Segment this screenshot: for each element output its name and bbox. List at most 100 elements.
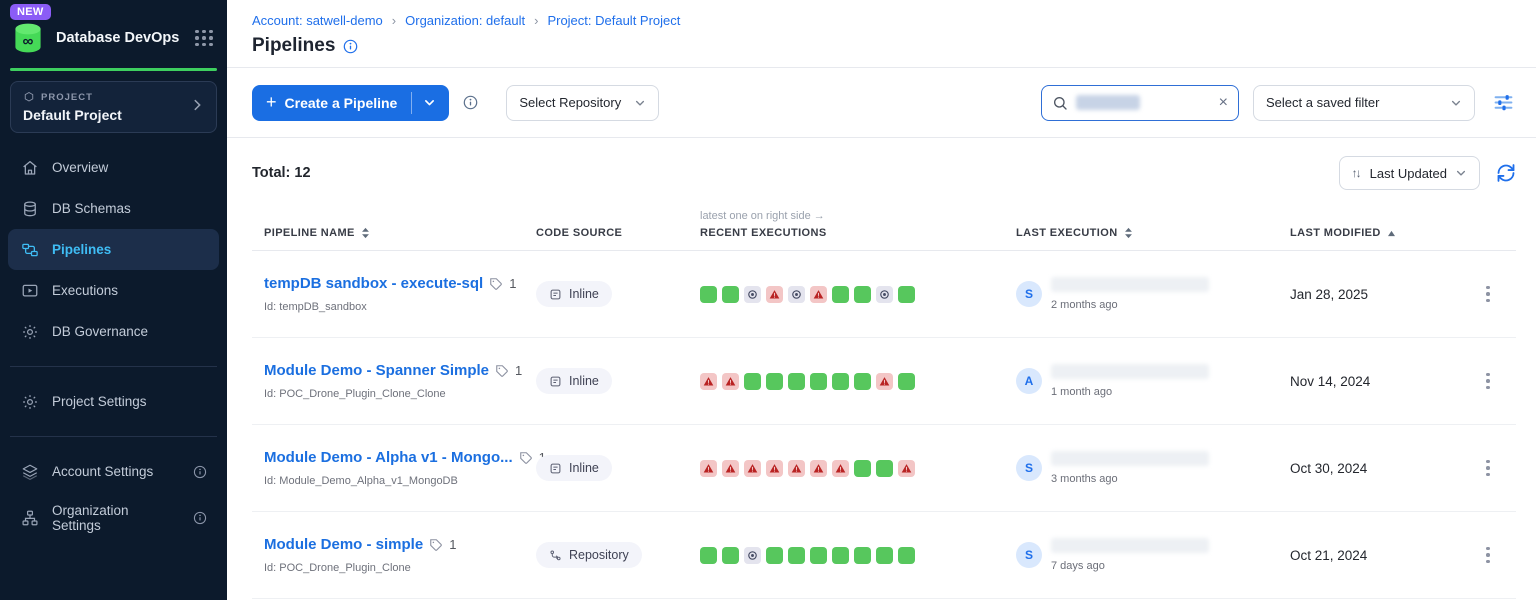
execution-status-failed[interactable] [744, 460, 761, 477]
execution-status-success[interactable] [766, 373, 783, 390]
execution-status-canceled[interactable] [788, 286, 805, 303]
execution-status-failed[interactable] [700, 373, 717, 390]
column-header-pipeline-name[interactable]: PIPELINE NAME [264, 227, 536, 239]
sidebar-item-project-settings[interactable]: Project Settings [8, 381, 219, 422]
execution-status-success[interactable] [832, 547, 849, 564]
row-menu-button[interactable] [1480, 280, 1496, 309]
execution-status-success[interactable] [898, 286, 915, 303]
execution-status-failed[interactable] [832, 460, 849, 477]
execution-status-success[interactable] [766, 547, 783, 564]
column-header-last-modified[interactable]: LAST MODIFIED [1290, 227, 1460, 239]
execution-status-success[interactable] [700, 547, 717, 564]
row-menu-button[interactable] [1480, 541, 1496, 570]
pipeline-id: Id: POC_Drone_Plugin_Clone_Clone [264, 388, 536, 400]
pipeline-icon [20, 240, 39, 259]
executor-avatar[interactable]: A [1016, 368, 1042, 394]
execution-status-success[interactable] [854, 286, 871, 303]
home-icon [20, 158, 39, 177]
redacted-executor-name [1051, 538, 1209, 553]
row-menu-button[interactable] [1480, 454, 1496, 483]
execution-status-success[interactable] [832, 286, 849, 303]
project-card-label: PROJECT [41, 92, 93, 103]
execution-status-failed[interactable] [898, 460, 915, 477]
execution-status-failed[interactable] [766, 286, 783, 303]
page-title: Pipelines [252, 35, 335, 57]
execution-status-failed[interactable] [722, 373, 739, 390]
breadcrumb-link[interactable]: Organization: default [405, 13, 525, 28]
execution-status-failed[interactable] [700, 460, 717, 477]
redacted-executor-name [1051, 451, 1209, 466]
chevron-down-icon [634, 97, 646, 109]
pipeline-name-link[interactable]: Module Demo - simple [264, 536, 423, 553]
clear-search-icon[interactable]: × [1219, 95, 1228, 111]
executor-avatar[interactable]: S [1016, 455, 1042, 481]
execution-status-failed[interactable] [766, 460, 783, 477]
info-icon[interactable] [343, 39, 358, 54]
execution-status-success[interactable] [832, 373, 849, 390]
refresh-icon[interactable] [1496, 163, 1516, 183]
search-input[interactable]: × [1041, 85, 1239, 121]
sidebar-item-db-governance[interactable]: DB Governance [8, 311, 219, 352]
pipeline-name-link[interactable]: Module Demo - Alpha v1 - Mongo... [264, 449, 513, 466]
execution-status-success[interactable] [788, 547, 805, 564]
recent-executions [700, 547, 1016, 564]
execution-status-success[interactable] [898, 547, 915, 564]
sidebar-item-db-schemas[interactable]: DB Schemas [8, 188, 219, 229]
breadcrumb-separator: › [534, 13, 538, 28]
tag-count: 1 [509, 276, 516, 291]
create-pipeline-label: Create a Pipeline [285, 95, 398, 111]
sidebar-item-pipelines[interactable]: Pipelines [8, 229, 219, 270]
sort-asc-icon [1387, 230, 1396, 237]
saved-filter-select[interactable]: Select a saved filter [1253, 85, 1475, 121]
sidebar-item-overview[interactable]: Overview [8, 147, 219, 188]
repository-select[interactable]: Select Repository [506, 85, 659, 121]
execution-status-failed[interactable] [810, 460, 827, 477]
execution-status-success[interactable] [898, 373, 915, 390]
execution-status-success[interactable] [876, 460, 893, 477]
gear-icon [20, 392, 39, 411]
execution-status-success[interactable] [788, 373, 805, 390]
execution-status-failed[interactable] [810, 286, 827, 303]
executor-avatar[interactable]: S [1016, 281, 1042, 307]
execution-status-success[interactable] [700, 286, 717, 303]
sidebar-item-label: DB Schemas [52, 201, 207, 216]
info-icon[interactable] [193, 465, 207, 479]
sidebar-item-organization-settings[interactable]: Organization Settings [8, 492, 219, 544]
info-icon[interactable] [463, 95, 478, 110]
execution-status-failed[interactable] [876, 373, 893, 390]
execution-status-success[interactable] [854, 373, 871, 390]
project-selector[interactable]: PROJECT Default Project [10, 81, 217, 133]
execution-status-canceled[interactable] [876, 286, 893, 303]
execution-status-success[interactable] [722, 286, 739, 303]
execution-status-canceled[interactable] [744, 547, 761, 564]
execution-status-success[interactable] [744, 373, 761, 390]
execution-status-success[interactable] [876, 547, 893, 564]
sidebar-item-executions[interactable]: Executions [8, 270, 219, 311]
execution-status-success[interactable] [810, 547, 827, 564]
pipeline-id: Id: POC_Drone_Plugin_Clone [264, 562, 536, 574]
execution-status-success[interactable] [810, 373, 827, 390]
pipeline-name-link[interactable]: tempDB sandbox - execute-sql [264, 275, 483, 292]
execution-status-failed[interactable] [788, 460, 805, 477]
breadcrumb-link[interactable]: Project: Default Project [547, 13, 680, 28]
row-menu-button[interactable] [1480, 367, 1496, 396]
project-card-name: Default Project [23, 107, 190, 123]
executor-avatar[interactable]: S [1016, 542, 1042, 568]
tag-icon [489, 277, 503, 291]
sort-select[interactable]: ↑↓ Last Updated [1339, 156, 1480, 190]
execution-status-failed[interactable] [722, 460, 739, 477]
repository-select-label: Select Repository [519, 95, 621, 110]
info-icon[interactable] [193, 511, 207, 525]
execution-status-success[interactable] [722, 547, 739, 564]
execution-status-canceled[interactable] [744, 286, 761, 303]
column-header-last-execution[interactable]: LAST EXECUTION [1016, 227, 1290, 239]
breadcrumb-link[interactable]: Account: satwell-demo [252, 13, 383, 28]
chevron-down-icon[interactable] [414, 96, 445, 109]
execution-status-success[interactable] [854, 547, 871, 564]
pipeline-name-link[interactable]: Module Demo - Spanner Simple [264, 362, 489, 379]
sidebar-item-account-settings[interactable]: Account Settings [8, 451, 219, 492]
create-pipeline-button[interactable]: + Create a Pipeline [252, 85, 449, 121]
apps-grid-icon[interactable] [193, 28, 215, 49]
filter-sliders-icon[interactable] [1493, 92, 1514, 113]
execution-status-success[interactable] [854, 460, 871, 477]
